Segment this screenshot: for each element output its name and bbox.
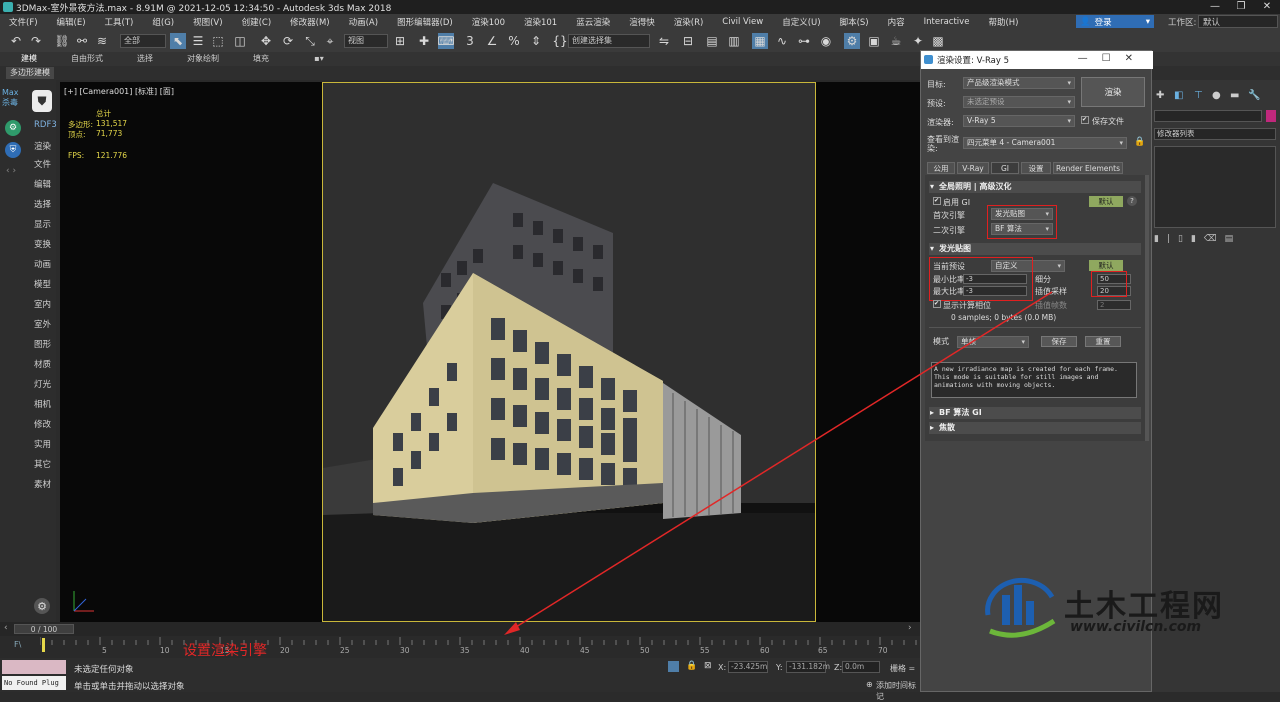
watermark-url: www.civilcn.com (1070, 619, 1202, 635)
site-watermark: 土木工程网 www.civilcn.com (980, 575, 1280, 645)
civilcn-logo (985, 577, 1056, 638)
annotation-text: 设置渲染引擎 (183, 643, 267, 659)
